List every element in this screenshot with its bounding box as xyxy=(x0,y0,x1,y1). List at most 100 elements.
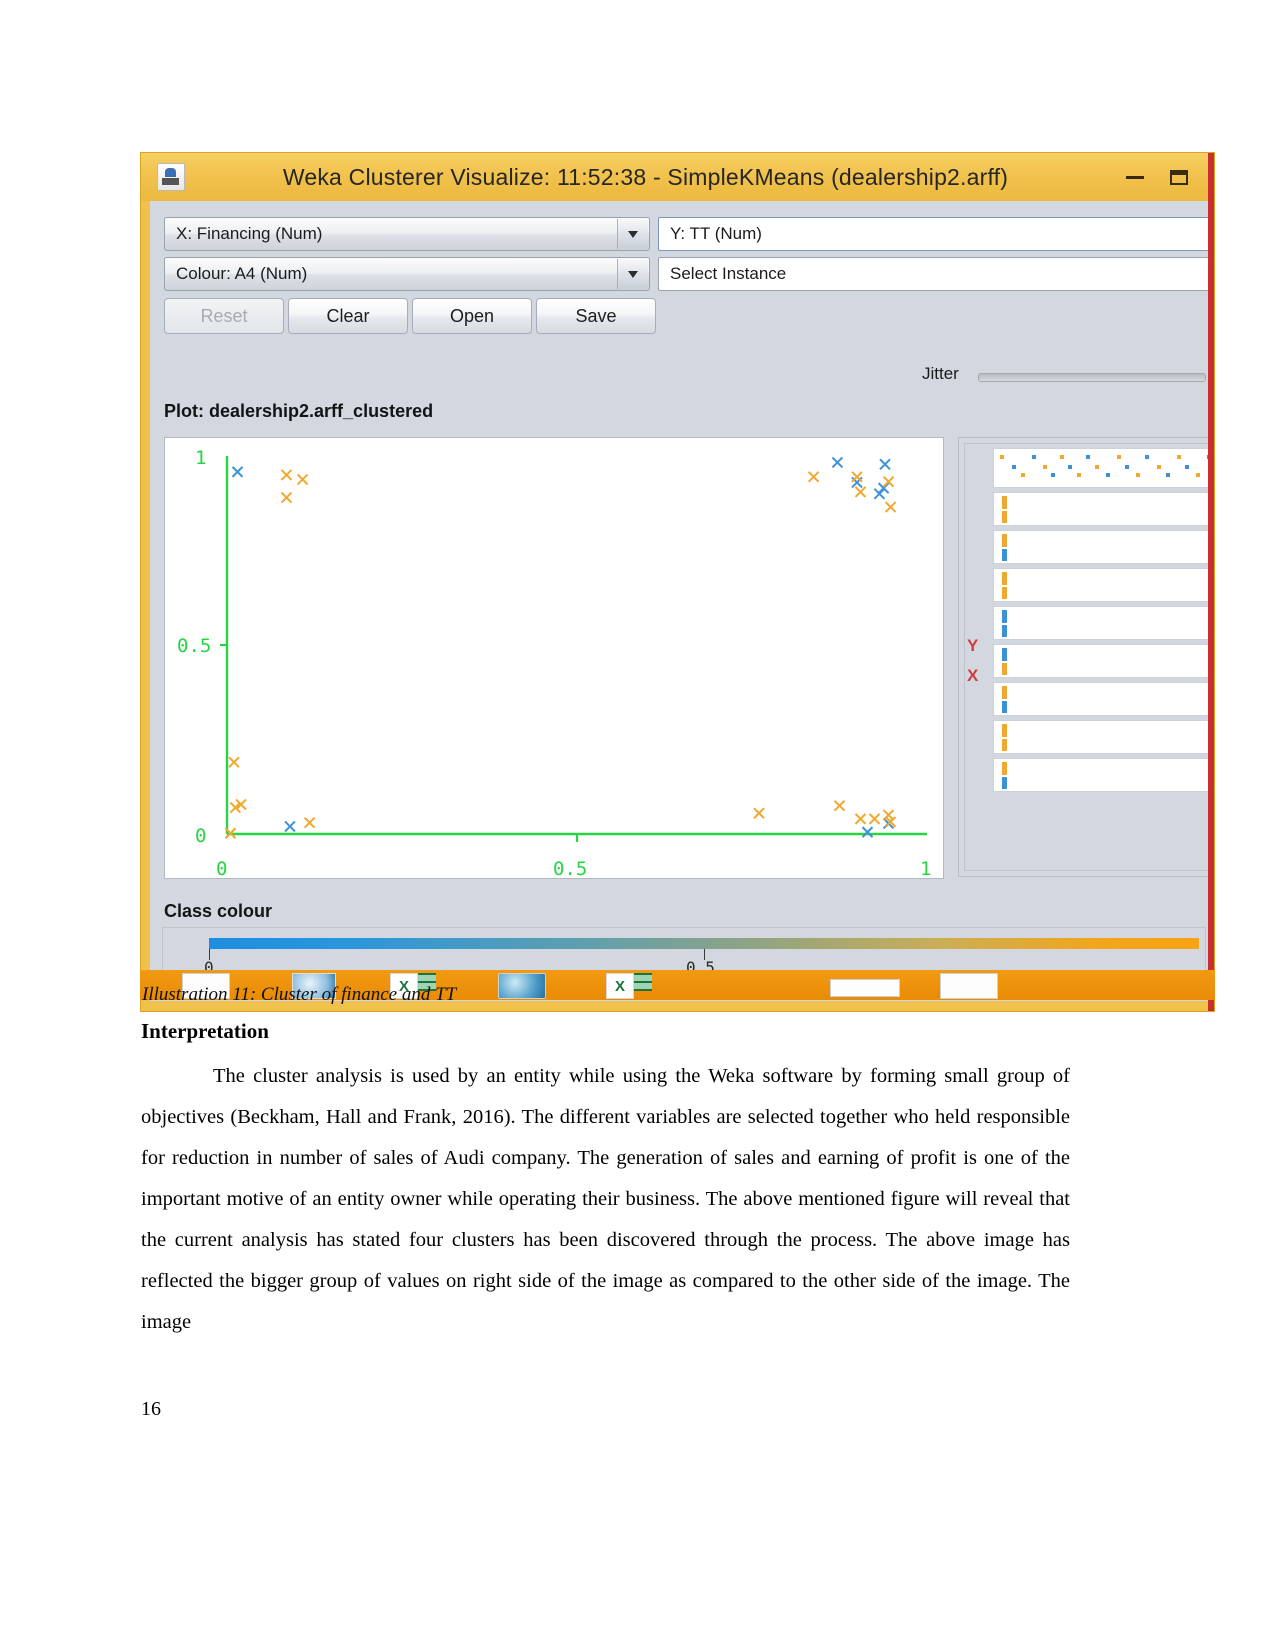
data-point-orange xyxy=(280,491,293,504)
class-colour-gradient xyxy=(209,938,1199,949)
strip-bar-lower xyxy=(1002,587,1007,599)
strip-dot xyxy=(1051,473,1055,477)
attribute-strip-3[interactable] xyxy=(993,530,1214,564)
attribute-panel[interactable]: Y X xyxy=(958,437,1214,877)
data-point-orange xyxy=(807,471,820,483)
data-point-group xyxy=(224,456,897,839)
attribute-strip-6[interactable] xyxy=(993,644,1214,678)
open-button[interactable]: Open xyxy=(412,298,532,334)
x-tick-label-0: 0 xyxy=(216,858,227,878)
maximize-icon[interactable] xyxy=(1170,169,1188,185)
taskbar-item-window-1[interactable] xyxy=(830,979,900,997)
taskbar-item-globe[interactable] xyxy=(498,973,546,999)
attribute-strip-7[interactable] xyxy=(993,682,1214,716)
strip-dot xyxy=(1060,455,1064,459)
strip-bar-lower xyxy=(1002,625,1007,637)
strip-dot xyxy=(1157,465,1161,469)
attribute-selector-row-1: X: Financing (Num) Y: TT (Num) xyxy=(164,217,1214,251)
attribute-strip-5[interactable] xyxy=(993,606,1214,640)
select-instance-field[interactable]: Select Instance xyxy=(658,257,1214,291)
strip-dot xyxy=(1125,465,1129,469)
strip-dot xyxy=(1021,473,1025,477)
weka-clusterer-window: Weka Clusterer Visualize: 11:52:38 - Sim… xyxy=(140,152,1215,1012)
y-attribute-label: Y: TT (Num) xyxy=(670,224,762,243)
scatter-plot[interactable]: 1 0.5 0 0 0.5 1 xyxy=(164,437,944,879)
plot-region: 1 0.5 0 0 0.5 1 Y X xyxy=(162,429,1214,879)
strip-dot xyxy=(1136,473,1140,477)
strip-bar-upper xyxy=(1002,496,1007,509)
strip-bar-upper xyxy=(1002,534,1007,547)
taskbar-item-excel-grid-2[interactable] xyxy=(634,973,652,991)
colour-attribute-combo[interactable]: Colour: A4 (Num) xyxy=(164,257,650,291)
jitter-slider[interactable] xyxy=(978,373,1206,382)
data-point-blue xyxy=(879,458,891,471)
x-tick-label-0.5: 0.5 xyxy=(553,858,587,878)
data-point-orange xyxy=(228,756,240,768)
strip-bar-upper xyxy=(1002,610,1007,623)
strip-bar-upper xyxy=(1002,572,1007,585)
x-attribute-combo[interactable]: X: Financing (Num) xyxy=(164,217,650,251)
strip-dot xyxy=(1207,455,1211,459)
data-point-blue xyxy=(877,482,890,494)
data-point-orange xyxy=(854,486,867,498)
chevron-down-icon[interactable] xyxy=(617,259,648,289)
strip-bar-lower xyxy=(1002,777,1007,789)
colour-attribute-label: Colour: A4 (Num) xyxy=(176,264,308,283)
data-point-blue xyxy=(831,456,844,469)
weka-java-icon xyxy=(157,163,185,191)
x-tick-label-1: 1 xyxy=(920,858,931,878)
attribute-selector-row-2: Colour: A4 (Num) Select Instance xyxy=(164,257,1214,291)
scatter-plot-svg: 1 0.5 0 0 0.5 1 xyxy=(177,447,931,878)
minimize-icon[interactable] xyxy=(1126,175,1144,179)
strip-bar-upper xyxy=(1002,686,1007,699)
data-point-orange xyxy=(833,799,846,812)
strip-bar-lower xyxy=(1002,549,1007,561)
strip-dot xyxy=(1145,455,1149,459)
plot-canvas: 1 0.5 0 0 0.5 1 xyxy=(165,438,943,878)
data-point-orange xyxy=(884,501,897,513)
taskbar-item-window-2[interactable] xyxy=(940,973,998,999)
y-attribute-field[interactable]: Y: TT (Num) xyxy=(658,217,1214,251)
taskbar-item-excel-2[interactable]: X xyxy=(606,973,634,999)
body-paragraph: The cluster analysis is used by an entit… xyxy=(141,1065,1070,1333)
y-tick-label-0.5: 0.5 xyxy=(177,635,211,657)
strip-bar-lower xyxy=(1002,739,1007,751)
strip-dot xyxy=(1086,455,1090,459)
window-title: Weka Clusterer Visualize: 11:52:38 - Sim… xyxy=(282,163,1009,190)
strip-dot xyxy=(1185,465,1189,469)
clear-button[interactable]: Clear xyxy=(288,298,408,334)
strip-dot xyxy=(1012,465,1016,469)
strip-dot xyxy=(1000,455,1004,459)
figure-caption: Illustration 11: Cluster of finance and … xyxy=(142,984,457,1005)
data-point-blue xyxy=(873,488,886,500)
strip-bar-lower xyxy=(1002,511,1007,523)
class-colour-label: Class colour xyxy=(164,901,273,921)
x-axis-marker: X xyxy=(967,666,979,685)
data-point-orange xyxy=(851,471,863,483)
data-point-orange xyxy=(753,807,765,819)
attribute-strip-1[interactable] xyxy=(993,448,1214,488)
reset-button[interactable]: Reset xyxy=(164,298,284,334)
data-point-orange xyxy=(296,473,309,486)
y-tick-label-0: 0 xyxy=(195,825,206,847)
save-button[interactable]: Save xyxy=(536,298,656,334)
strip-dot xyxy=(1106,473,1110,477)
window-titlebar[interactable]: Weka Clusterer Visualize: 11:52:38 - Sim… xyxy=(141,153,1214,201)
chevron-down-icon[interactable] xyxy=(617,219,648,249)
x-attribute-label: X: Financing (Num) xyxy=(176,224,323,243)
strip-dot xyxy=(1196,473,1200,477)
select-instance-label: Select Instance xyxy=(670,264,787,283)
strip-dot xyxy=(1177,455,1181,459)
data-point-orange xyxy=(280,469,293,481)
data-point-blue xyxy=(284,820,296,833)
strip-bar-upper xyxy=(1002,648,1007,661)
strip-bar-upper xyxy=(1002,724,1007,737)
strip-dot xyxy=(1043,465,1047,469)
y-tick-label-1: 1 xyxy=(195,447,206,469)
attribute-strip-8[interactable] xyxy=(993,720,1214,754)
attribute-strip-9[interactable] xyxy=(993,758,1214,792)
attribute-strip-4[interactable] xyxy=(993,568,1214,602)
attribute-strip-2[interactable] xyxy=(993,492,1214,526)
strip-bar-lower xyxy=(1002,701,1007,713)
plot-title: Plot: dealership2.arff_clustered xyxy=(164,401,434,421)
